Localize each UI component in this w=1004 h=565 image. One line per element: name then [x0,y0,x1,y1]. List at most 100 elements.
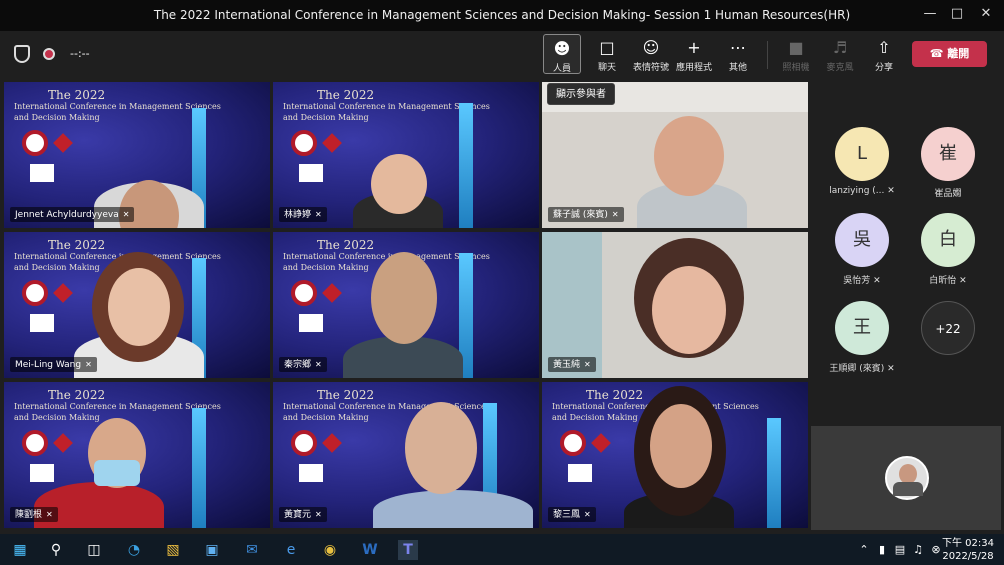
system-clock[interactable]: 下午 02:34 2022/5/28 [942,537,994,563]
search-icon[interactable]: ⚲ [46,540,66,560]
avatar-name: lanziying (... ✕ [829,186,895,196]
leaf-logo [322,133,342,153]
meeting-timer: --:-- [70,47,90,60]
store-icon[interactable]: ▣ [202,540,222,560]
internet-explorer-icon[interactable]: e [281,540,301,560]
video-tile[interactable]: The 2022International Conference in Mana… [4,82,270,228]
people-label: 人員 [552,64,571,74]
avatar[interactable]: 吳 [835,213,889,267]
maximize-icon[interactable]: □ [948,5,966,23]
chrome-icon[interactable]: ◉ [320,540,340,560]
avatar[interactable]: 王 [835,301,889,355]
phone-icon: ☎ [929,47,944,60]
title-bar: The 2022 International Conference in Man… [0,0,1004,31]
tower-graphic [767,418,781,528]
leaf-logo [322,433,342,453]
close-icon[interactable]: ✕ [977,5,995,23]
avatar-name: 吳怡芳 ✕ [843,276,881,286]
volume-icon[interactable]: ♫ [908,540,928,560]
leaf-logo [53,433,73,453]
banner-line1: International Conference in Management S… [14,102,221,111]
leaf-logo [322,283,342,303]
self-view[interactable] [811,426,1001,530]
leave-button[interactable]: ☎ 離開 [912,41,987,67]
more-participants-button[interactable]: +22 [921,301,975,355]
apps-button[interactable]: + 應用程式 [674,34,714,74]
participant-name: 陳劉根 ✕ [10,507,58,522]
people-icon: ☻ [553,39,571,58]
video-tile[interactable]: The 2022International Conference in Mana… [273,382,539,528]
teams-icon[interactable]: T [398,540,418,560]
banner-line2: and Decision Making [14,113,100,122]
leaf-logo [53,283,73,303]
person-face [371,252,437,344]
share-button[interactable]: ⇧ 分享 [864,34,904,74]
banner-year: The 2022 [317,88,375,102]
university-seal [291,430,317,456]
mic-muted-icon: ✕ [85,360,92,369]
video-tile[interactable]: The 2022International Conference in Mana… [273,82,539,228]
banner-year: The 2022 [317,238,375,252]
people-button[interactable]: ☻ 人員 [543,34,581,74]
university-seal [291,130,317,156]
avatar[interactable]: L [835,127,889,181]
avatar[interactable]: 崔 [921,127,975,181]
participant-name: Jennet Achyldurdyyeva ✕ [10,207,135,222]
clock-date: 2022/5/28 [942,551,994,562]
avatar-name: 白昕怡 ✕ [929,276,967,286]
self-face [899,464,917,484]
logo [299,464,323,482]
more-button[interactable]: ⋯ 其他 [718,34,758,74]
mic-muted-icon: ✕ [315,210,322,219]
avatar-name: 崔品嫺 [934,189,962,199]
video-tile[interactable]: The 2022International Conference in Mana… [542,382,808,528]
participant-name: 蘇子誠 (來賓) ✕ [548,207,624,222]
video-tile[interactable]: The 2022International Conference in Mana… [4,382,270,528]
network-icon[interactable]: ▤ [890,540,910,560]
mic-button[interactable]: ♬ 麥克風 [820,34,860,74]
mic-off-icon: ♬ [832,38,848,57]
apps-label: 應用程式 [675,63,712,73]
chat-button[interactable]: □ 聊天 [587,34,627,74]
mic-muted-icon: ✕ [584,510,591,519]
clock-time: 下午 02:34 [942,538,994,549]
camera-button[interactable]: ■ 照相機 [776,34,816,74]
banner-year: The 2022 [317,388,375,402]
video-tile[interactable]: The 2022International Conference in Mana… [273,232,539,378]
mic-muted-icon: ✕ [122,210,130,219]
leave-label: 離開 [947,47,970,60]
reactions-label: 表情符號 [632,63,669,73]
windows-start-icon[interactable]: ▦ [10,540,30,560]
participant-name: Mei-Ling Wang ✕ [10,357,97,372]
video-tile[interactable]: 黃玉純 ✕ [542,232,808,378]
tower-graphic [192,408,206,528]
participant-name: 黃玉純 ✕ [548,357,596,372]
chat-icon: □ [599,38,615,57]
show-participants-tooltip: 顯示參與者 [547,83,615,105]
participant-name: 秦宗鄉 ✕ [279,357,327,372]
person-face [652,266,726,354]
task-view-icon[interactable]: ◫ [84,540,104,560]
mail-icon[interactable]: ✉ [242,540,262,560]
mic-muted-icon: ✕ [315,510,322,519]
avatar[interactable]: 白 [921,213,975,267]
window-title: The 2022 International Conference in Man… [153,8,851,22]
battery-icon[interactable]: ▮ [872,540,892,560]
person-face [650,404,712,488]
reactions-button[interactable]: ☺ 表情符號 [631,34,671,74]
leaf-logo [53,133,73,153]
university-seal [291,280,317,306]
university-seal [22,430,48,456]
chevron-up-icon[interactable]: ⌃ [854,540,874,560]
edge-icon[interactable]: ◔ [124,540,144,560]
mic-muted-icon: ✕ [611,210,619,219]
toolbar-divider [767,41,768,69]
participant-name: 林諍婷 ✕ [279,207,327,222]
word-icon[interactable]: W [360,540,380,560]
minimize-icon[interactable]: — [921,5,939,23]
video-tile[interactable]: The 2022International Conference in Mana… [4,232,270,378]
logo [30,164,54,182]
file-explorer-icon[interactable]: ▧ [163,540,183,560]
participant-name: 黎三鳳 ✕ [548,507,596,522]
logo [568,464,592,482]
